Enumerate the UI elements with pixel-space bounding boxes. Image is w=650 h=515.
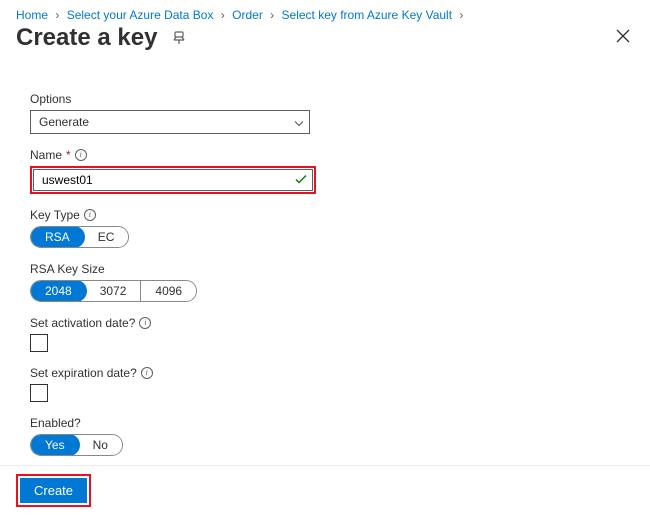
expiration-checkbox[interactable] [30,384,48,402]
options-select[interactable]: Generate [30,110,310,134]
create-button[interactable]: Create [20,478,87,503]
info-icon[interactable]: i [139,317,151,329]
info-icon[interactable]: i [75,149,87,161]
name-label: Name [30,148,62,162]
key-type-rsa[interactable]: RSA [30,226,85,248]
rsa-size-group: 2048 3072 4096 [30,280,197,302]
rsa-size-label: RSA Key Size [30,262,105,276]
chevron-right-icon: › [55,8,59,22]
create-highlight: Create [16,474,91,507]
footer: Create [0,465,650,515]
rsa-size-3072[interactable]: 3072 [86,281,141,301]
enabled-label: Enabled? [30,416,81,430]
name-highlight [30,166,316,194]
key-type-label: Key Type [30,208,80,222]
options-value: Generate [39,115,89,129]
key-type-group: RSA EC [30,226,129,248]
create-key-form: Options Generate Name * i [16,68,634,456]
rsa-size-2048[interactable]: 2048 [30,280,87,302]
breadcrumb-order[interactable]: Order [232,8,263,22]
info-icon[interactable]: i [84,209,96,221]
name-input[interactable] [33,169,313,191]
activation-label: Set activation date? [30,316,135,330]
breadcrumb-select-key[interactable]: Select key from Azure Key Vault [282,8,453,22]
expiration-label: Set expiration date? [30,366,137,380]
chevron-right-icon: › [270,8,274,22]
pin-icon[interactable] [169,28,189,48]
breadcrumb-home[interactable]: Home [16,8,48,22]
close-icon[interactable] [612,25,634,52]
breadcrumb-databox[interactable]: Select your Azure Data Box [67,8,214,22]
info-icon[interactable]: i [141,367,153,379]
enabled-no[interactable]: No [79,435,122,455]
rsa-size-4096[interactable]: 4096 [140,281,196,301]
enabled-yes[interactable]: Yes [30,434,80,456]
page-title: Create a key [16,24,157,52]
required-indicator: * [66,148,71,162]
key-type-ec[interactable]: EC [84,227,129,247]
options-label: Options [30,92,71,106]
enabled-group: Yes No [30,434,123,456]
activation-checkbox[interactable] [30,334,48,352]
breadcrumb: Home › Select your Azure Data Box › Orde… [16,8,634,22]
chevron-right-icon: › [221,8,225,22]
chevron-right-icon: › [459,8,463,22]
